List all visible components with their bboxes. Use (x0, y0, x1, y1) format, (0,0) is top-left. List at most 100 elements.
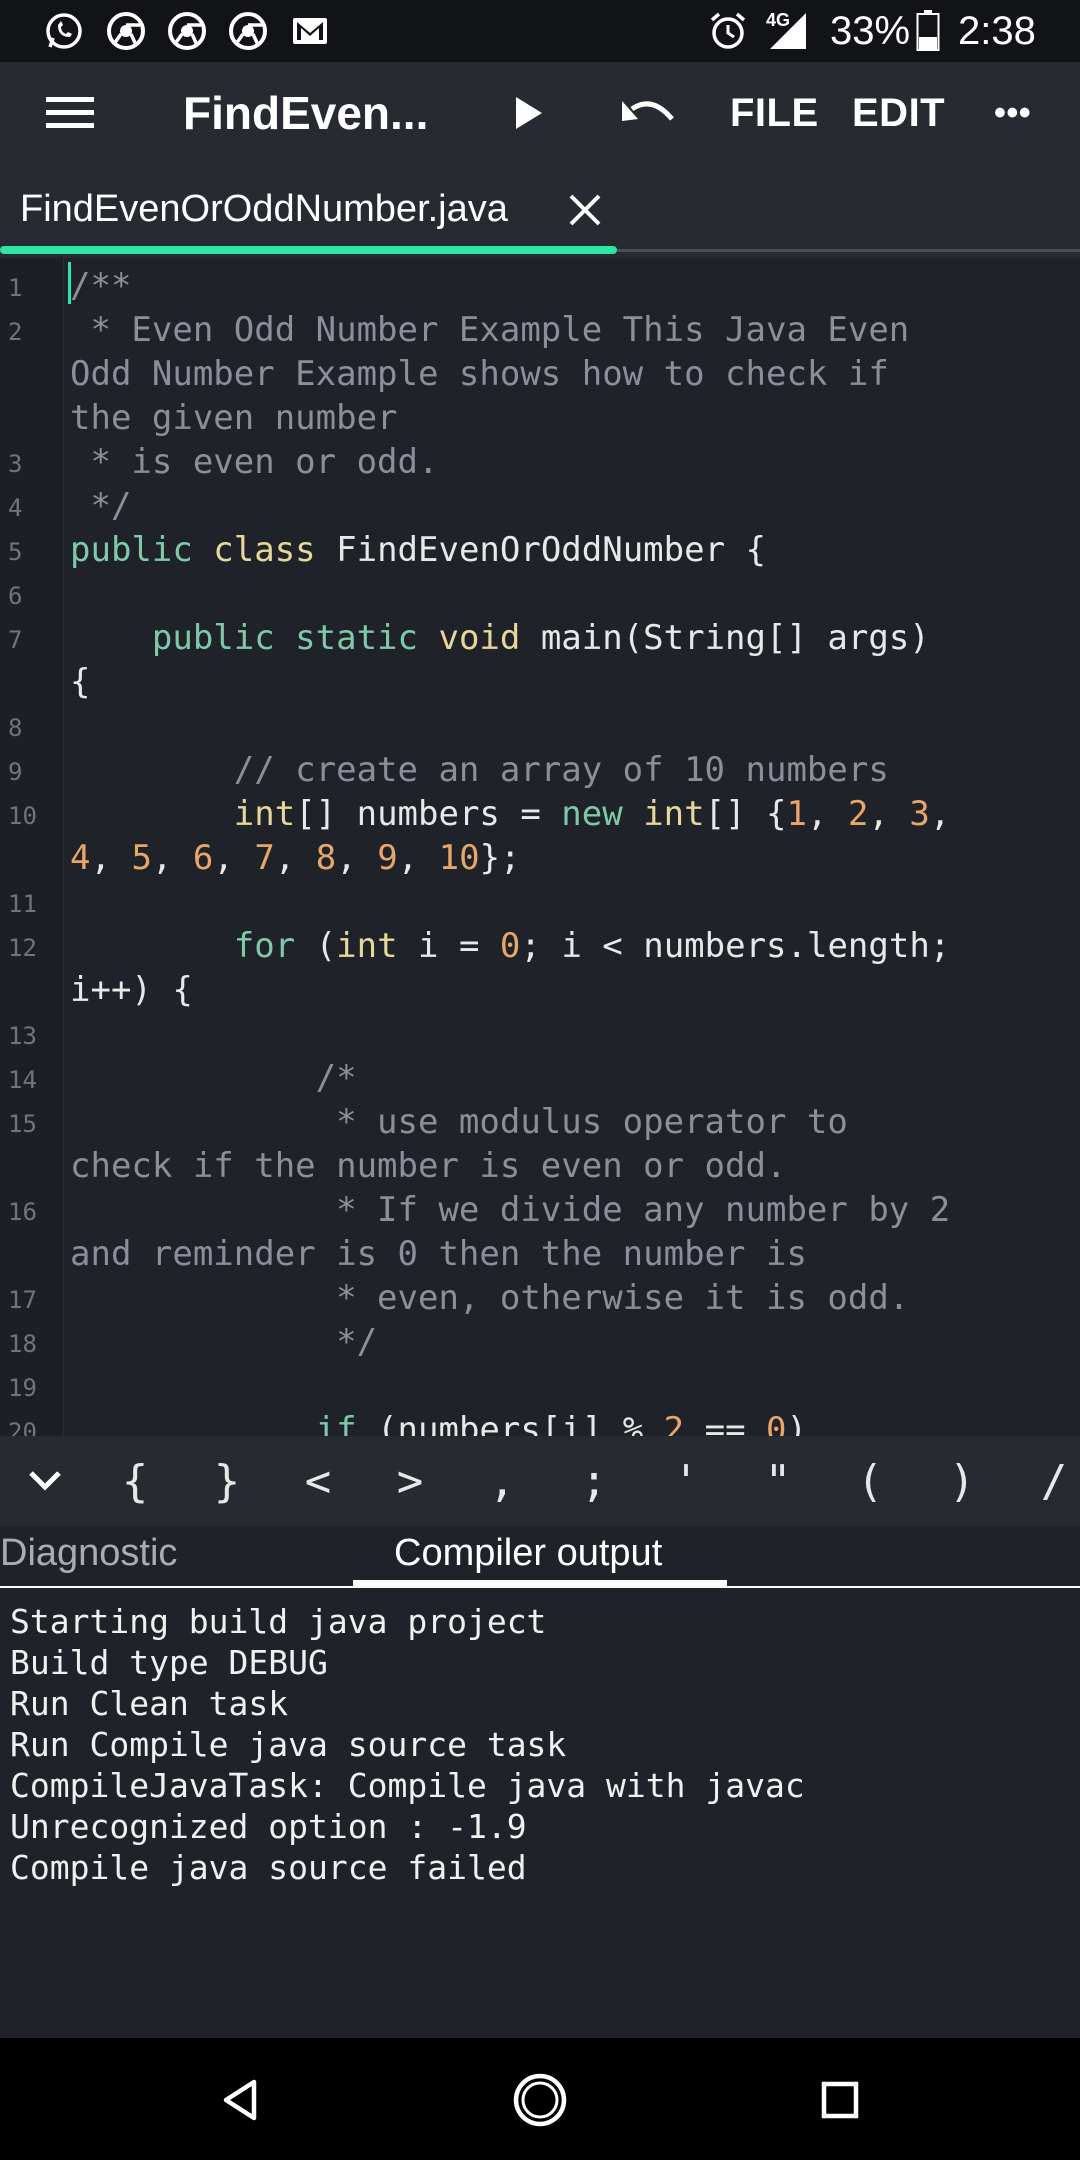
recents-icon[interactable] (800, 2060, 880, 2140)
code-line: and reminder is 0 then the number is (70, 1232, 807, 1276)
gmail-icon (293, 18, 327, 44)
code-token: (numbers[i] % (377, 1410, 664, 1436)
code-token: , (336, 838, 378, 878)
code-line: public class FindEvenOrOddNumber { (70, 528, 766, 572)
network-type: 4G (766, 10, 791, 30)
run-button[interactable] (510, 62, 546, 164)
code-token: 4 (70, 838, 91, 878)
symbol-key[interactable]: ' (654, 1436, 718, 1526)
output-line: Unrecognized option : -1.9 (10, 1807, 527, 1846)
code-token: i++) { (70, 970, 193, 1010)
symbol-bar: {} < >,; ' " () / (0, 1436, 1080, 1526)
code-line: /** (70, 264, 131, 308)
play-icon (516, 97, 542, 129)
more-options-button[interactable]: ••• (994, 62, 1031, 164)
code-token: if (315, 1410, 378, 1436)
tab-compiler-output[interactable]: Compiler output (394, 1532, 662, 1575)
code-token: // create an array of 10 numbers (70, 750, 889, 790)
code-token: 0 (499, 926, 521, 966)
collapse-keyboard-button[interactable] (10, 1436, 80, 1526)
symbol-key[interactable]: ) (930, 1436, 994, 1526)
symbol-key[interactable]: { (103, 1436, 167, 1526)
code-line: */ (70, 484, 131, 528)
line-number: 15 (8, 1110, 37, 1138)
code-token: * use modulus operator to (70, 1102, 848, 1142)
code-token: [] { (704, 794, 787, 834)
code-token: and reminder is 0 then the number is (70, 1234, 807, 1274)
symbol-key[interactable]: ( (838, 1436, 902, 1526)
line-number: 4 (8, 494, 23, 522)
code-token: == (684, 1410, 767, 1436)
toolbar-title: FindEven... (183, 87, 429, 139)
symbol-key[interactable]: > (378, 1436, 442, 1526)
clock: 2:38 (958, 8, 1036, 53)
symbol-key[interactable]: < (286, 1436, 350, 1526)
code-line: { (70, 660, 90, 704)
line-number: 2 (8, 318, 23, 346)
code-line: Odd Number Example shows how to check if (70, 352, 889, 396)
code-token: 8 (315, 838, 337, 878)
code-line: // create an array of 10 numbers (70, 748, 889, 792)
code-token: 6 (192, 838, 214, 878)
code-editor[interactable]: 1 2 3 4 5 6 7 8 9 10 11 12 13 14 15 16 17 18 19 20 /** * Ev… (0, 258, 1080, 1436)
symbol-key[interactable]: ; (562, 1436, 626, 1526)
code-token: new (561, 794, 644, 834)
code-token: ; i < numbers.length; (520, 926, 951, 966)
code-token: [] numbers = (295, 794, 562, 834)
menu-button[interactable] (44, 62, 96, 164)
code-line: check if the number is even or odd. (70, 1144, 786, 1188)
file-tab-strip: FindEvenOrOddNumber.java (0, 164, 1080, 258)
line-number: 1 (8, 274, 23, 302)
code-token: 2 (663, 1410, 685, 1436)
edit-menu-button[interactable]: EDIT (852, 62, 945, 164)
line-number: 5 (8, 538, 23, 566)
back-icon[interactable] (200, 2060, 280, 2140)
home-icon[interactable] (500, 2060, 580, 2140)
network-indicator: 4G (762, 0, 810, 62)
app-toolbar: FindEven... FILE EDIT ••• (0, 62, 1080, 164)
code-token: 10 (438, 838, 480, 878)
close-tab-icon[interactable] (567, 192, 603, 228)
code-token: Odd Number Example shows how to check if (70, 354, 889, 394)
file-tab-label[interactable]: FindEvenOrOddNumber.java (20, 188, 508, 231)
symbol-key[interactable]: / (1022, 1436, 1080, 1526)
code-token: , (397, 838, 439, 878)
code-token: ( (315, 926, 337, 966)
code-token: , (90, 838, 132, 878)
code-token: 1 (786, 794, 807, 834)
code-token: , (868, 794, 910, 834)
text-cursor (68, 262, 71, 304)
output-line: Compile java source failed (10, 1848, 527, 1887)
bottom-panel-tabs: Diagnostic Compiler output (0, 1526, 1080, 1588)
line-number: 12 (8, 934, 37, 962)
active-tab-indicator (0, 246, 617, 254)
code-token: the given number (70, 398, 398, 438)
symbol-key[interactable]: " (746, 1436, 810, 1526)
code-token: * Even Odd Number Example This Java Even (70, 310, 910, 350)
line-number: 8 (8, 714, 23, 742)
code-token: */ (70, 486, 132, 526)
line-number: 20 (8, 1418, 37, 1436)
code-line: * If we divide any number by 2 (70, 1188, 950, 1232)
line-number: 17 (8, 1286, 37, 1314)
undo-button[interactable] (618, 62, 678, 164)
line-number: 11 (8, 890, 37, 918)
code-line: if (numbers[i] % 2 == 0) (70, 1408, 807, 1436)
code-line: i++) { (70, 968, 193, 1012)
code-line: /* (70, 1056, 357, 1100)
code-token: 9 (377, 838, 398, 878)
code-token: * even, otherwise it is odd. (70, 1278, 910, 1318)
tab-diagnostic[interactable]: Diagnostic (0, 1532, 177, 1575)
output-line: Build type DEBUG (10, 1643, 328, 1682)
battery-icon (916, 10, 940, 51)
symbol-key[interactable]: } (195, 1436, 259, 1526)
line-number: 18 (8, 1330, 37, 1358)
symbol-key[interactable]: , (470, 1436, 534, 1526)
hamburger-icon (46, 97, 94, 128)
line-number-gutter (0, 258, 64, 1436)
chevron-down-icon (29, 1471, 61, 1491)
file-menu-button[interactable]: FILE (730, 62, 819, 164)
code-token: int (233, 794, 296, 834)
code-token: , (929, 794, 951, 834)
code-token: 3 (909, 794, 930, 834)
